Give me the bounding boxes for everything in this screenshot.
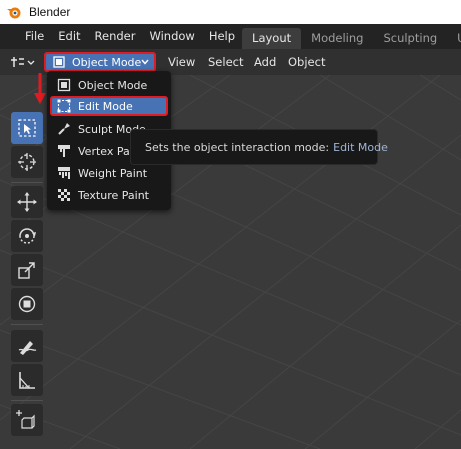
menu-item-label: Texture Paint bbox=[78, 188, 149, 202]
object-mode-icon bbox=[53, 56, 65, 68]
menu-select[interactable]: Select bbox=[208, 49, 243, 75]
tab-uv[interactable]: UV bbox=[447, 28, 461, 49]
blender-app-icon bbox=[7, 7, 21, 19]
move-tool[interactable] bbox=[11, 186, 43, 218]
window-titlebar: Blender bbox=[0, 0, 461, 24]
texture-paint-icon bbox=[58, 189, 70, 201]
chevron-down-icon bbox=[141, 59, 149, 65]
menu-window[interactable]: Window bbox=[142, 24, 201, 49]
menu-add[interactable]: Add bbox=[254, 49, 276, 75]
cursor-icon bbox=[18, 153, 36, 171]
vertex-paint-icon bbox=[58, 145, 70, 157]
cursor-tool[interactable] bbox=[11, 146, 43, 178]
transform-tool[interactable] bbox=[11, 288, 43, 320]
measure-tool[interactable] bbox=[11, 364, 43, 396]
menu-object[interactable]: Object bbox=[288, 49, 325, 75]
tab-sculpting[interactable]: Sculpting bbox=[373, 28, 447, 49]
annotate-icon bbox=[18, 341, 37, 355]
editor-type-icon bbox=[11, 57, 35, 67]
scale-icon bbox=[18, 262, 35, 279]
menu-help[interactable]: Help bbox=[202, 24, 242, 49]
annotation-arrow bbox=[34, 73, 46, 104]
tab-modeling[interactable]: Modeling bbox=[301, 28, 373, 49]
move-icon bbox=[17, 192, 37, 212]
menu-view[interactable]: View bbox=[168, 49, 195, 75]
tooltip-mode-value: Edit Mode bbox=[333, 140, 388, 154]
tooltip-text: Sets the object interaction mode: bbox=[145, 140, 330, 154]
mode-tooltip: Sets the object interaction mode: Edit M… bbox=[130, 129, 388, 165]
rotate-icon bbox=[19, 228, 36, 244]
menu-item-label: Edit Mode bbox=[78, 99, 133, 113]
tab-layout[interactable]: Layout bbox=[242, 28, 302, 49]
sculpt-mode-icon bbox=[58, 123, 70, 135]
top-menubar: File Edit Render Window Help Layout Mode… bbox=[0, 24, 461, 49]
menu-item-texture-paint[interactable]: Texture Paint bbox=[50, 185, 168, 205]
edit-mode-icon bbox=[57, 99, 71, 113]
menu-item-label: Weight Paint bbox=[78, 166, 148, 180]
menu-edit[interactable]: Edit bbox=[51, 24, 87, 49]
toolbar-divider bbox=[11, 324, 43, 325]
add-cube-tool[interactable] bbox=[11, 404, 43, 436]
toolbar-divider bbox=[11, 400, 43, 401]
menu-render[interactable]: Render bbox=[88, 24, 143, 49]
add-cube-icon bbox=[16, 410, 35, 429]
measure-icon bbox=[19, 372, 35, 389]
transform-icon bbox=[18, 295, 36, 313]
select-box-tool[interactable] bbox=[11, 112, 43, 144]
menu-item-edit-mode[interactable]: Edit Mode bbox=[50, 96, 168, 116]
menu-item-label: Object Mode bbox=[78, 78, 148, 92]
scale-tool[interactable] bbox=[11, 254, 43, 286]
menu-file[interactable]: File bbox=[18, 24, 51, 49]
mode-dropdown[interactable]: Object Mode bbox=[44, 52, 156, 72]
toolbar-divider bbox=[11, 182, 43, 183]
mode-dropdown-label: Object Mode bbox=[72, 55, 142, 69]
annotate-tool[interactable] bbox=[11, 330, 43, 362]
rotate-tool[interactable] bbox=[11, 220, 43, 252]
menu-item-weight-paint[interactable]: Weight Paint bbox=[50, 163, 168, 183]
editor-type-button[interactable] bbox=[8, 52, 38, 72]
select-box-icon bbox=[18, 119, 36, 137]
object-mode-icon bbox=[57, 78, 71, 92]
menu-item-object-mode[interactable]: Object Mode bbox=[50, 75, 168, 95]
weight-paint-icon bbox=[58, 167, 70, 179]
window-title: Blender bbox=[29, 5, 71, 19]
